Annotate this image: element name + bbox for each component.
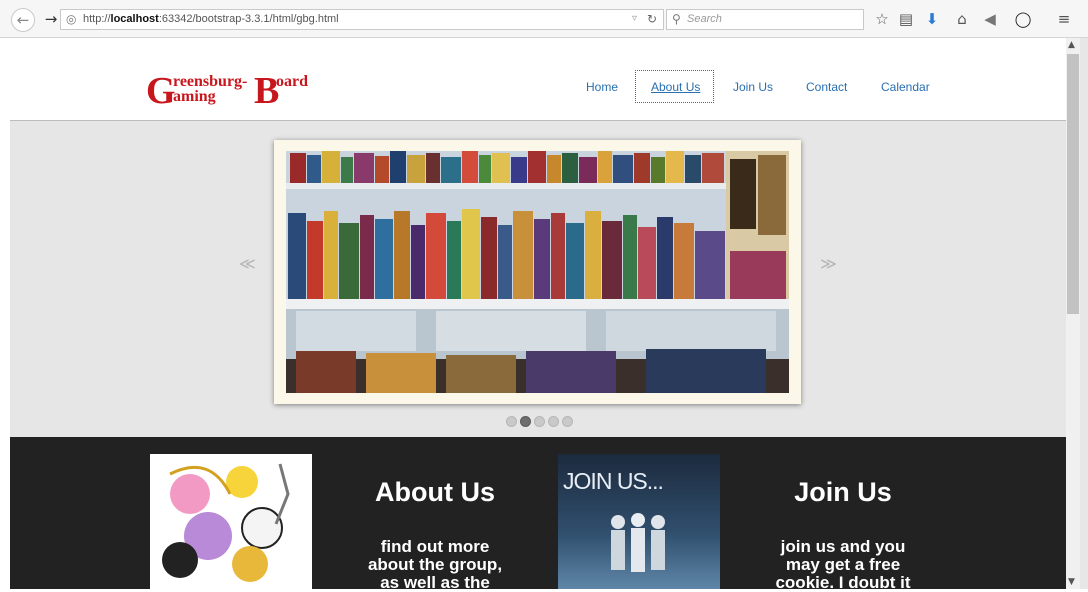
join-us-blurb-line: cookie. I doubt it xyxy=(775,573,911,592)
carousel-dot-1[interactable] xyxy=(506,416,517,427)
about-us-blurb: find out more about the group, as well a… xyxy=(310,538,560,592)
forward-icon[interactable]: → xyxy=(40,8,62,30)
join-us-blurb-line: may get a free xyxy=(785,555,901,574)
download-icon[interactable]: ⬇ xyxy=(922,9,942,29)
page-left-edge xyxy=(0,38,10,589)
join-us-blurb-line: join us and you xyxy=(780,537,906,556)
vertical-scrollbar[interactable]: ▲ ▼ xyxy=(1066,38,1080,589)
dropdown-icon[interactable]: ▿ xyxy=(632,13,637,24)
about-us-blurb-line: as well as the xyxy=(380,573,490,592)
scroll-up-icon[interactable]: ▲ xyxy=(1068,40,1075,50)
send-icon[interactable]: ◀ xyxy=(980,9,1000,29)
image-carousel: ≪ ≫ xyxy=(10,120,1066,437)
nav-join-us[interactable]: Join Us xyxy=(733,80,773,94)
join-us-image-text: JOIN US... xyxy=(563,468,664,494)
star-icon[interactable]: ☆ xyxy=(872,9,892,29)
url-text: http://localhost:63342/bootstrap-3.3.1/h… xyxy=(83,13,339,25)
window-edge xyxy=(1080,38,1088,589)
site-logo[interactable]: G reensburg- aming B oard xyxy=(146,70,316,110)
scrollbar-thumb[interactable] xyxy=(1067,54,1079,314)
back-icon[interactable]: ← xyxy=(11,8,35,32)
carousel-dot-3[interactable] xyxy=(534,416,545,427)
logo-word-2: aming xyxy=(173,88,216,105)
nav-contact[interactable]: Contact xyxy=(806,80,847,94)
join-us-blurb: join us and you may get a free cookie. I… xyxy=(718,538,968,592)
stormtrooper-figures xyxy=(611,513,665,572)
logo-word-3: oard xyxy=(276,73,308,90)
carousel-prev-icon[interactable]: ≪ xyxy=(239,254,256,273)
logo-initial-g: G xyxy=(146,70,176,110)
scroll-down-icon[interactable]: ▼ xyxy=(1068,577,1075,587)
nav-calendar[interactable]: Calendar xyxy=(881,80,930,94)
reading-list-icon[interactable]: ▤ xyxy=(896,9,916,29)
carousel-dot-4[interactable] xyxy=(548,416,559,427)
browser-toolbar: ← → ◎ http://localhost:63342/bootstrap-3… xyxy=(0,0,1088,38)
address-bar[interactable]: ◎ http://localhost:63342/bootstrap-3.3.1… xyxy=(60,9,664,30)
nav-about-us[interactable]: About Us xyxy=(651,80,700,94)
join-us-image[interactable]: JOIN US... xyxy=(558,454,720,589)
globe-icon: ◎ xyxy=(66,12,77,26)
adventure-time-image[interactable] xyxy=(150,454,312,589)
reload-icon[interactable]: ↻ xyxy=(647,12,657,26)
carousel-dot-2[interactable] xyxy=(520,416,531,427)
nav-home[interactable]: Home xyxy=(586,80,618,94)
home-icon[interactable]: ⌂ xyxy=(952,9,972,29)
search-icon: ⚲ xyxy=(672,12,681,26)
about-us-blurb-line: find out more xyxy=(380,537,490,556)
menu-icon[interactable]: ≡ xyxy=(1054,9,1074,29)
carousel-dot-5[interactable] xyxy=(562,416,573,427)
search-placeholder: Search xyxy=(687,13,722,25)
join-us-heading: Join Us xyxy=(794,477,892,507)
search-input[interactable]: ⚲ Search xyxy=(666,9,864,30)
about-us-heading: About Us xyxy=(375,477,495,507)
about-us-blurb-line: about the group, xyxy=(367,555,503,574)
slide-frame xyxy=(274,140,801,404)
feature-section: About Us find out more about the group, … xyxy=(10,437,1066,592)
carousel-next-icon[interactable]: ≫ xyxy=(820,254,837,273)
board-game-shelf-photo xyxy=(286,151,789,393)
pocket-icon[interactable]: ◯ xyxy=(1013,9,1033,29)
